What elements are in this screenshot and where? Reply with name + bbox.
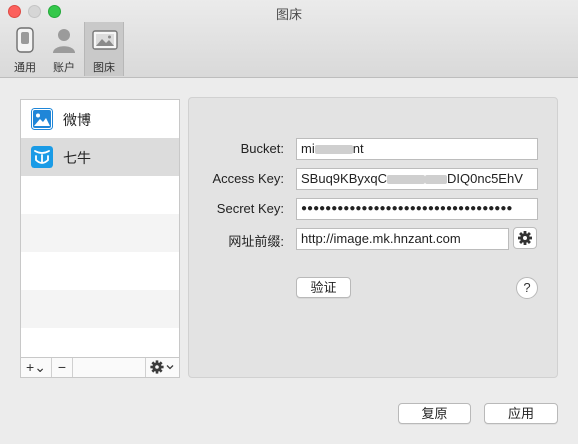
gear-icon [518, 231, 532, 245]
domain-label: 网址前缀: [228, 234, 284, 249]
redacted-text [387, 175, 425, 185]
toolbar-item-account[interactable]: 账户 [44, 22, 84, 76]
access-key-value-end: DIQ0nc5EhV [447, 171, 523, 186]
list-empty-row [21, 328, 179, 357]
toolbar-label-general: 通用 [14, 62, 36, 74]
bucket-field[interactable]: mi nt [296, 138, 538, 160]
redacted-text [314, 145, 353, 155]
domain-field[interactable]: http://image.mk.hnzant.com [296, 228, 509, 250]
title-bar: 图床 通用 账户 图床 [0, 0, 578, 78]
account-person-icon [53, 29, 75, 53]
weibo-picture-icon [31, 108, 53, 130]
toolbar-item-image-host[interactable]: 图床 [84, 22, 124, 76]
toolbar-label-account: 账户 [53, 62, 75, 74]
domain-options-button[interactable] [513, 227, 537, 249]
list-empty-row [21, 252, 179, 290]
list-empty-row [21, 290, 179, 328]
bucket-value-end: nt [352, 141, 364, 156]
list-controls-bar: +⌄ − [21, 357, 179, 377]
bucket-label: Bucket: [240, 141, 284, 156]
access-key-label: Access Key: [212, 171, 284, 186]
list-action-menu-button[interactable] [145, 358, 179, 377]
redacted-text [425, 175, 447, 185]
bucket-value-start: mi [301, 141, 315, 156]
list-item-label-weibo: 微博 [63, 112, 91, 128]
secret-key-field[interactable]: ●●●●●●●●●●●●●●●●●●●●●●●●●●●●●●●●●●● [296, 198, 538, 220]
add-host-button[interactable]: +⌄ [21, 358, 52, 377]
access-key-field[interactable]: SBuq9KByxqC DIQ0nc5EhV [296, 168, 538, 190]
help-button[interactable]: ? [516, 277, 538, 299]
toolbar-item-general[interactable]: 通用 [5, 22, 45, 76]
image-host-icon [92, 30, 118, 50]
access-key-value-start: SBuq9KByxqC [301, 171, 387, 186]
verify-button[interactable]: 验证 [296, 277, 351, 298]
secret-key-label: Secret Key: [216, 201, 284, 216]
toolbar-label-image-host: 图床 [93, 62, 115, 74]
list-item-weibo[interactable]: 微博 [21, 100, 179, 138]
gear-dropdown-icon [150, 360, 174, 374]
window-title: 图床 [275, 7, 302, 22]
revert-button[interactable]: 复原 [398, 403, 471, 424]
remove-host-button[interactable]: − [52, 358, 73, 377]
general-switch-icon [16, 27, 34, 53]
preferences-window: 图床 通用 账户 图床 微博 七牛 +⌄ − Bucket: mi nt Acc… [0, 0, 578, 444]
apply-button[interactable]: 应用 [484, 403, 558, 424]
